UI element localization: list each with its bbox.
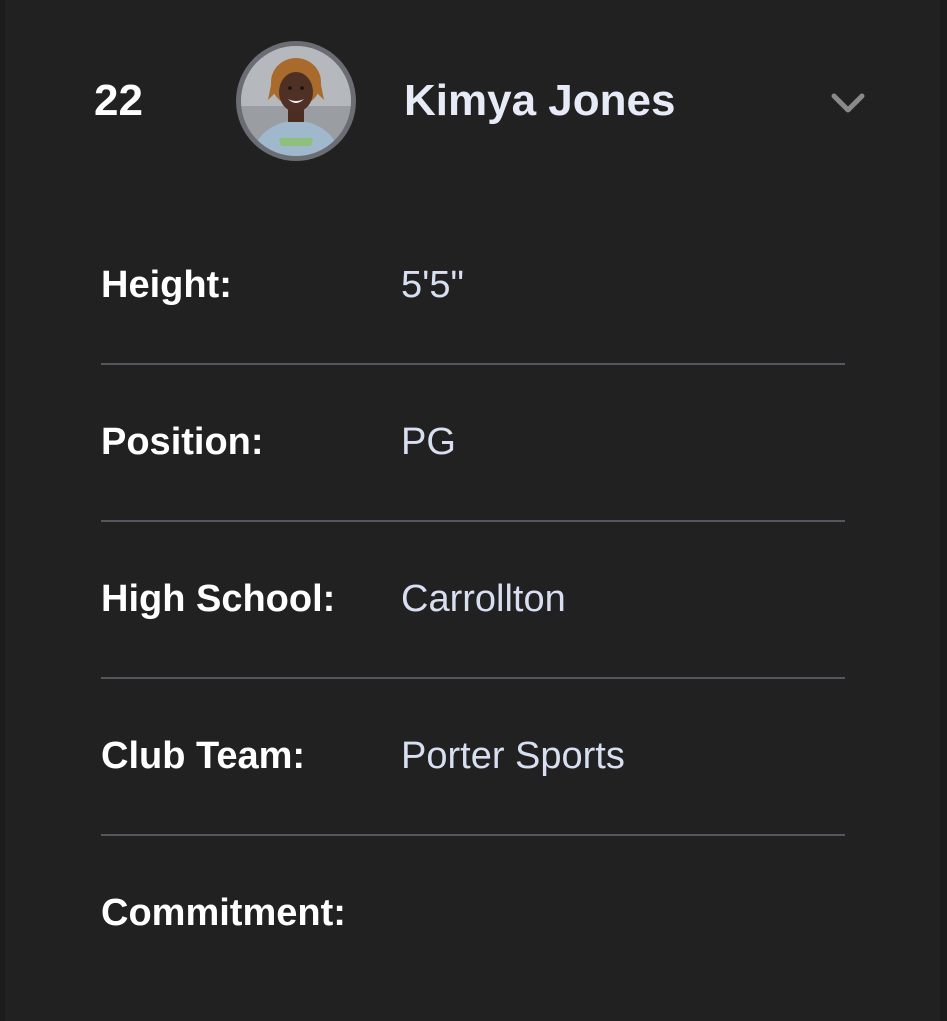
player-photo-icon xyxy=(241,46,351,156)
chevron-down-icon[interactable] xyxy=(828,88,868,118)
detail-row-commitment: Commitment: xyxy=(101,836,845,993)
player-name: Kimya Jones xyxy=(404,76,676,125)
detail-label: Position: xyxy=(101,421,264,463)
detail-value: Carrollton xyxy=(401,578,566,620)
detail-label: Club Team: xyxy=(101,735,306,777)
detail-row-height: Height: 5'5" xyxy=(101,208,845,365)
detail-row-club-team: Club Team: Porter Sports xyxy=(101,679,845,836)
roster-card: 22 Kimya Jones Height: 5'5" Position: PG… xyxy=(5,0,940,1021)
detail-value: Porter Sports xyxy=(401,735,625,777)
detail-value: 5'5" xyxy=(401,264,465,306)
detail-label: High School: xyxy=(101,578,336,620)
detail-label: Commitment: xyxy=(101,892,346,934)
jersey-number: 22 xyxy=(94,76,143,125)
detail-label: Height: xyxy=(101,264,232,306)
player-header[interactable]: 22 Kimya Jones xyxy=(5,0,940,200)
player-details: Height: 5'5" Position: PG High School: C… xyxy=(101,208,845,993)
player-avatar xyxy=(236,41,356,161)
detail-value: PG xyxy=(401,421,456,463)
detail-row-high-school: High School: Carrollton xyxy=(101,522,845,679)
detail-row-position: Position: PG xyxy=(101,365,845,522)
